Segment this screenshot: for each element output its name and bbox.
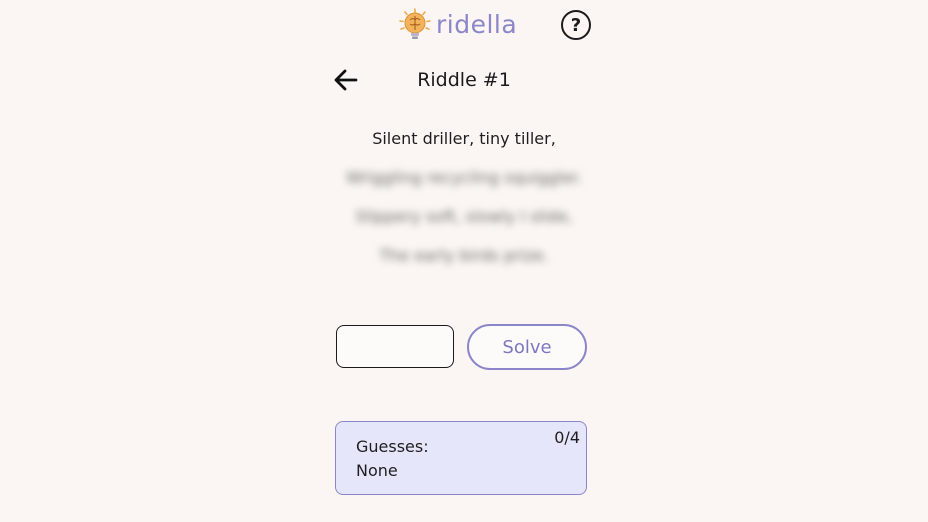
riddle-line-4: The early birds prize. — [379, 246, 549, 265]
guesses-panel: Guesses: None 0/4 — [335, 421, 587, 495]
brand[interactable]: ridella — [398, 8, 517, 42]
help-button[interactable]: ? — [561, 10, 591, 40]
riddle-line-1: Silent driller, tiny tiller, — [372, 129, 556, 148]
answer-input[interactable] — [336, 325, 454, 368]
riddle-line-2: Wriggling recycling squiggler. — [346, 168, 582, 187]
riddle-title: Riddle #1 — [417, 69, 511, 91]
question-circle-icon: ? — [570, 14, 582, 36]
brand-name: ridella — [436, 10, 518, 39]
brain-lightbulb-icon — [399, 8, 431, 39]
riddle-line-3: Slippery soft, slowly I slide, — [355, 207, 573, 226]
guesses-value: None — [356, 461, 398, 480]
header: ridella ? — [0, 6, 928, 42]
solve-button[interactable]: Solve — [467, 324, 587, 370]
guesses-count: 0/4 — [554, 428, 580, 447]
guesses-label: Guesses: — [356, 437, 429, 456]
riddle-lines: Silent driller, tiny tiller, Wriggling r… — [0, 128, 928, 284]
